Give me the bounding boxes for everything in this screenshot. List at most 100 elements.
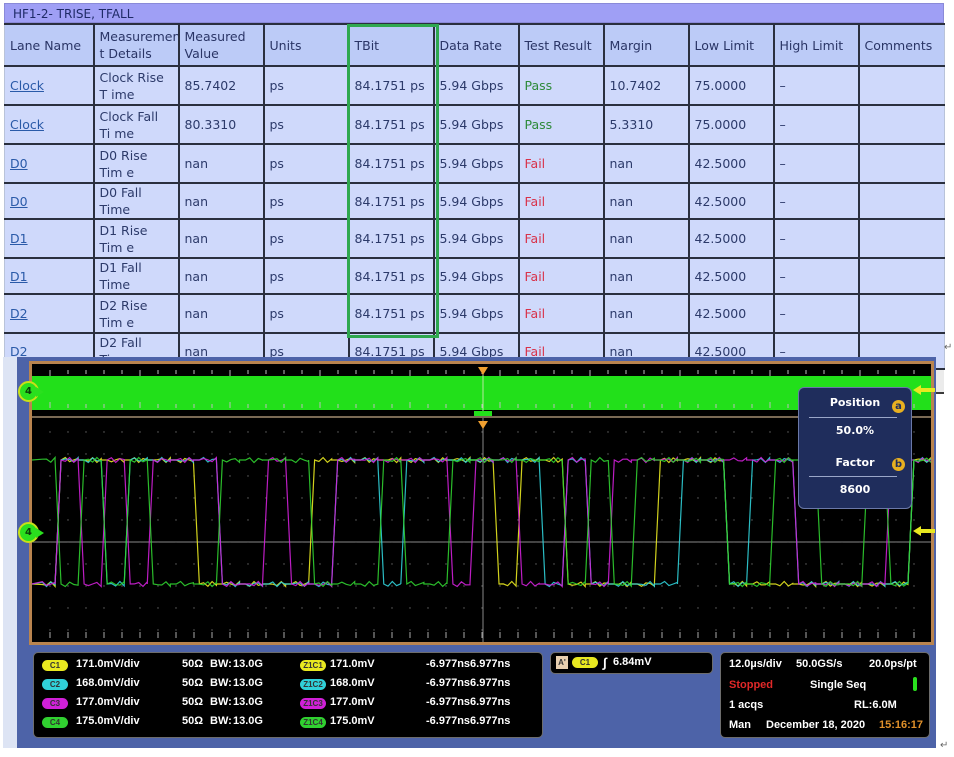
grid-dot bbox=[391, 431, 393, 433]
grid-dot bbox=[355, 585, 357, 587]
cell-data-rate: 5.94 Gbps bbox=[432, 257, 520, 295]
zoom-range: -6.977ns6.977ns bbox=[426, 658, 511, 670]
grid-dot bbox=[715, 453, 717, 455]
grid-dot bbox=[787, 519, 789, 521]
return-mark: ↵ bbox=[940, 740, 949, 751]
cell-high-limit: – bbox=[772, 182, 860, 220]
grid-dot bbox=[661, 607, 663, 609]
grid-dot bbox=[553, 585, 555, 587]
factor-knob-badge[interactable]: b bbox=[892, 458, 905, 471]
channel-bandwidth-label: BW: bbox=[210, 677, 232, 689]
grid-dot bbox=[715, 607, 717, 609]
zoom-chip[interactable]: Z1C3 bbox=[300, 698, 326, 709]
zoom-chip[interactable]: Z1C4 bbox=[300, 717, 326, 728]
cell-measurement-details: D1 Fall Time bbox=[92, 257, 180, 295]
lane-link[interactable]: Clock bbox=[10, 78, 44, 93]
col-header-test-result[interactable]: Test Result bbox=[517, 23, 605, 67]
col-header-low-limit[interactable]: Low Limit bbox=[687, 23, 775, 67]
grid-dot bbox=[247, 541, 249, 543]
zoom-scale: 168.0mV bbox=[330, 677, 375, 689]
grid-dot bbox=[661, 585, 663, 587]
cell-low-limit: 42.5000 bbox=[687, 293, 775, 334]
cell-measurement-details: Clock Fall Ti me bbox=[92, 104, 180, 145]
channel-bandwidth: 13.0G bbox=[233, 677, 263, 689]
grid-dot bbox=[553, 607, 555, 609]
grid-dot bbox=[877, 541, 879, 543]
channel-bandwidth-label: BW: bbox=[210, 658, 232, 670]
grid-dot bbox=[49, 585, 51, 587]
lane-link[interactable]: Clock bbox=[10, 117, 44, 132]
grid-dot bbox=[481, 541, 483, 543]
grid-dot bbox=[715, 431, 717, 433]
grid-dot bbox=[409, 541, 411, 543]
grid-dot bbox=[625, 607, 627, 609]
grid-dot bbox=[337, 563, 339, 565]
col-header-comments[interactable]: Comments bbox=[857, 23, 945, 67]
grid-dot bbox=[553, 497, 555, 499]
grid-dot bbox=[769, 475, 771, 477]
grid-dot bbox=[49, 519, 51, 521]
grid-dot bbox=[337, 497, 339, 499]
grid-dot bbox=[103, 585, 105, 587]
col-header-tbit[interactable]: TBit bbox=[347, 23, 435, 67]
zoom-overview[interactable] bbox=[32, 364, 931, 418]
col-header-details[interactable]: Measuremen t Details bbox=[92, 23, 180, 67]
cell-margin: 10.7402 bbox=[602, 65, 690, 106]
col-header-lane[interactable]: Lane Name bbox=[4, 23, 95, 67]
lane-link[interactable]: D0 bbox=[10, 194, 28, 209]
channel-termination: 50Ω bbox=[182, 715, 204, 727]
col-header-margin[interactable]: Margin bbox=[602, 23, 690, 67]
lane-link[interactable]: D2 bbox=[10, 306, 28, 321]
grid-dot bbox=[607, 585, 609, 587]
zoom-chip[interactable]: Z1C1 bbox=[300, 660, 326, 671]
cell-units: ps bbox=[262, 293, 350, 334]
grid-dot bbox=[121, 497, 123, 499]
channel-chip[interactable]: C2 bbox=[42, 679, 68, 690]
lane-link[interactable]: D0 bbox=[10, 156, 28, 171]
zoom-chip[interactable]: Z1C2 bbox=[300, 679, 326, 690]
grid-dot bbox=[175, 607, 177, 609]
grid-dot bbox=[409, 453, 411, 455]
position-value[interactable]: 50.0% bbox=[799, 424, 911, 437]
grid-dot bbox=[229, 563, 231, 565]
grid-dot bbox=[337, 431, 339, 433]
position-knob-badge[interactable]: a bbox=[892, 400, 905, 413]
grid-dot bbox=[301, 541, 303, 543]
cell-data-rate: 5.94 Gbps bbox=[432, 218, 520, 259]
grid-dot bbox=[913, 431, 915, 433]
grid-dot bbox=[751, 585, 753, 587]
col-header-units[interactable]: Units bbox=[262, 23, 350, 67]
grid-dot bbox=[85, 563, 87, 565]
channel-chip[interactable]: C1 bbox=[42, 660, 68, 671]
acquisition-readout[interactable]: 12.0µs/div 50.0GS/s 20.0ps/pt Stopped Si… bbox=[720, 652, 930, 738]
grid-dot bbox=[661, 563, 663, 565]
grid-dot bbox=[229, 607, 231, 609]
channel-chip[interactable]: C4 bbox=[42, 717, 68, 728]
col-header-data-rate[interactable]: Data Rate bbox=[432, 23, 520, 67]
cell-high-limit: – bbox=[772, 143, 860, 184]
grid-dot bbox=[445, 475, 447, 477]
lane-link[interactable]: D1 bbox=[10, 231, 28, 246]
zoom-settings-popup[interactable]: Position a 50.0% Factor b 8600 bbox=[798, 387, 912, 509]
col-header-measured[interactable]: Measured Value bbox=[177, 23, 265, 67]
cell-test-result: Fail bbox=[517, 293, 605, 334]
channel-chip[interactable]: C3 bbox=[42, 698, 68, 709]
acquisition-count: 1 acqs bbox=[729, 699, 764, 711]
divider bbox=[809, 476, 897, 477]
trigger-readout[interactable]: A' C1 ∫ 6.84mV bbox=[550, 652, 713, 674]
factor-value[interactable]: 8600 bbox=[799, 483, 911, 496]
grid-dot bbox=[373, 563, 375, 565]
grid-dot bbox=[157, 475, 159, 477]
grid-dot bbox=[409, 475, 411, 477]
cell-data-rate: 5.94 Gbps bbox=[432, 65, 520, 106]
grid-dot bbox=[913, 519, 915, 521]
grid-dot bbox=[625, 453, 627, 455]
grid-dot bbox=[211, 431, 213, 433]
grid-dot bbox=[463, 453, 465, 455]
grid-dot bbox=[769, 431, 771, 433]
results-report: HF1-2- TRISE, TFALL Lane Name Measuremen… bbox=[4, 3, 945, 394]
grid-dot bbox=[697, 607, 699, 609]
lane-link[interactable]: D1 bbox=[10, 269, 28, 284]
col-header-high-limit[interactable]: High Limit bbox=[772, 23, 860, 67]
grid-dot bbox=[445, 629, 447, 631]
